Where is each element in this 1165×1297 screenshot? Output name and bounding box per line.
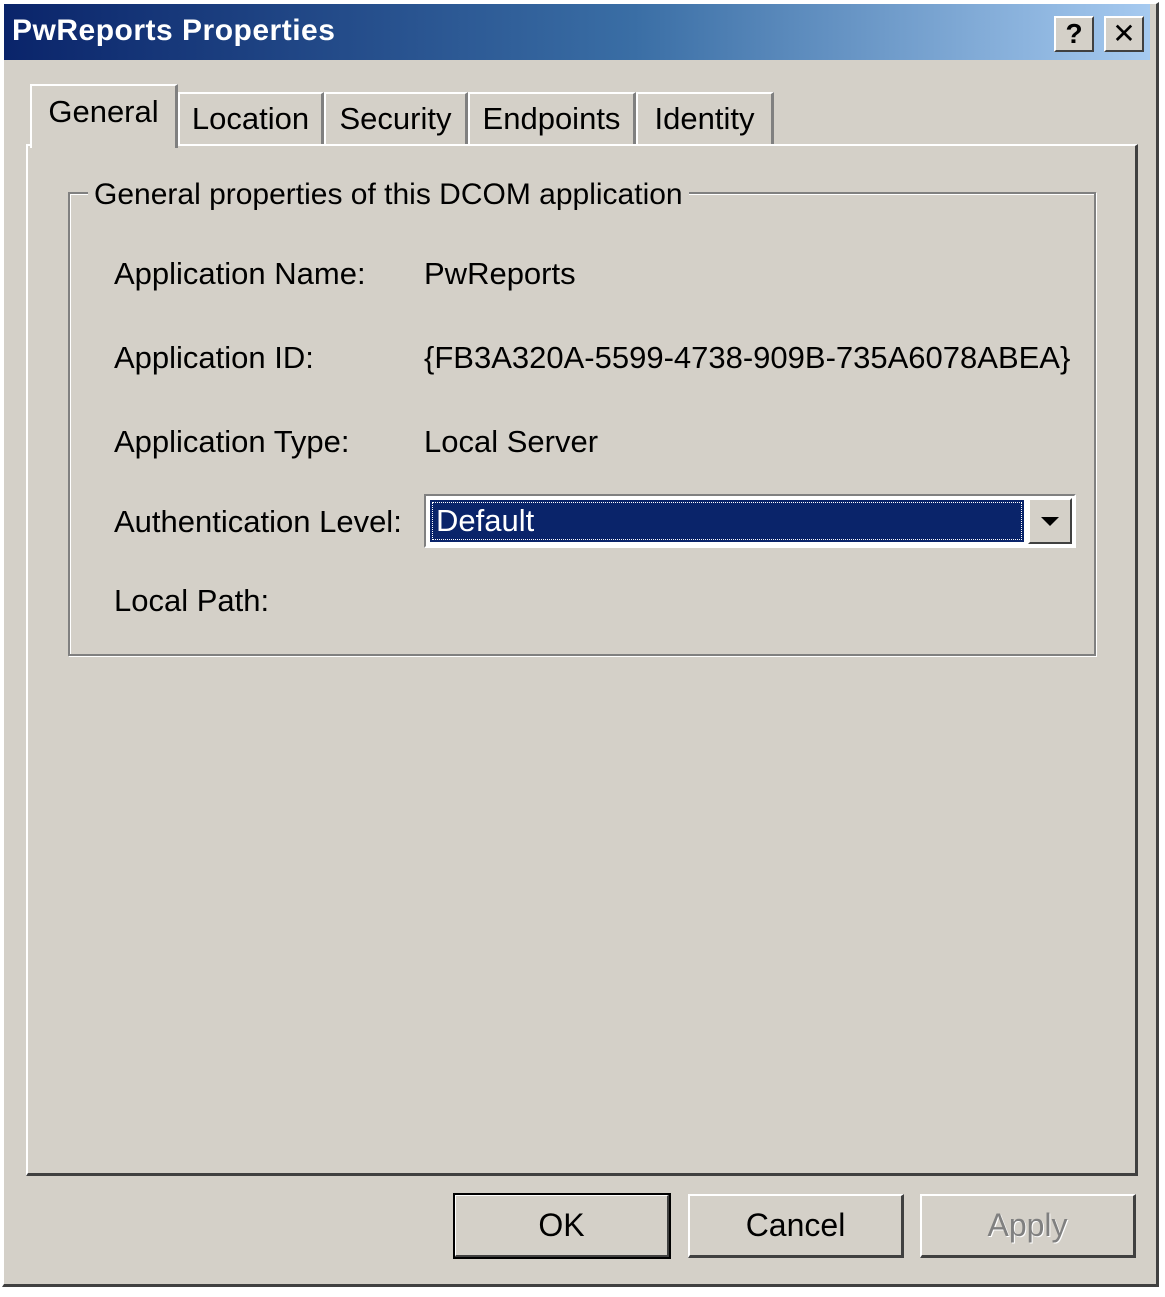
cancel-button[interactable]: Cancel — [688, 1194, 904, 1258]
local-path-label: Local Path: — [114, 583, 270, 618]
dropdown-button[interactable] — [1028, 498, 1072, 544]
group-title: General properties of this DCOM applicat… — [88, 178, 689, 212]
ok-button[interactable]: OK — [453, 1193, 671, 1259]
window-title: PwReports Properties — [12, 14, 336, 47]
close-icon: ✕ — [1112, 18, 1136, 49]
application-name-value: PwReports — [424, 256, 576, 291]
tab-location[interactable]: Location — [178, 92, 324, 144]
application-id-label: Application ID: — [114, 340, 314, 375]
help-icon: ? — [1065, 18, 1083, 49]
tab-general[interactable]: General — [30, 84, 178, 148]
title-bar[interactable]: PwReports Properties ? ✕ — [4, 4, 1150, 60]
help-button[interactable]: ? — [1054, 16, 1094, 52]
tab-security[interactable]: Security — [324, 92, 468, 144]
application-type-value: Local Server — [424, 424, 599, 459]
tab-endpoints[interactable]: Endpoints — [468, 92, 636, 144]
tab-identity[interactable]: Identity — [636, 92, 774, 144]
close-button[interactable]: ✕ — [1104, 16, 1144, 52]
authentication-level-value: Default — [430, 500, 1024, 542]
apply-button[interactable]: Apply — [920, 1194, 1136, 1258]
authentication-level-label: Authentication Level: — [114, 504, 402, 539]
application-type-label: Application Type: — [114, 424, 350, 459]
application-name-label: Application Name: — [114, 256, 366, 291]
chevron-down-icon — [1041, 517, 1059, 526]
authentication-level-select[interactable]: Default — [424, 494, 1076, 548]
application-id-value: {FB3A320A-5599-4738-909B-735A6078ABEA} — [424, 340, 1071, 375]
